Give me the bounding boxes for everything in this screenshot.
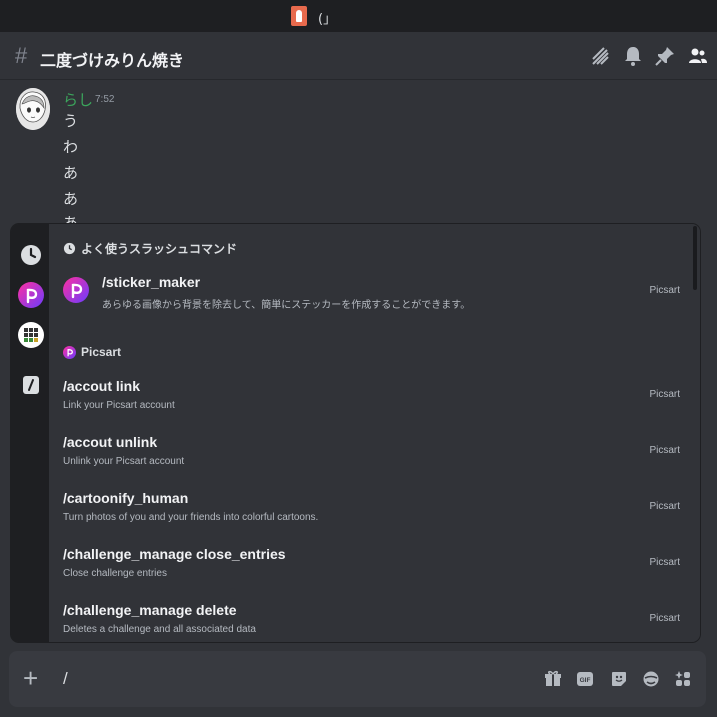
picsart-icon bbox=[63, 345, 76, 359]
pin-icon[interactable] bbox=[653, 44, 677, 68]
message-line: あ bbox=[63, 164, 79, 182]
message-line: あ bbox=[63, 190, 79, 208]
command-item[interactable]: /cartoonify_human Turn photos of you and… bbox=[49, 490, 692, 530]
command-source: Picsart bbox=[649, 389, 680, 400]
command-item[interactable]: /accout link Link your Picsart account P… bbox=[49, 378, 692, 418]
threads-icon[interactable] bbox=[588, 44, 612, 68]
attach-button[interactable]: + bbox=[23, 665, 38, 691]
command-description: Close challenge entries bbox=[63, 568, 167, 579]
bell-icon[interactable] bbox=[621, 44, 645, 68]
command-name: /challenge_manage delete bbox=[63, 602, 237, 618]
command-item[interactable]: /accout unlink Unlink your Picsart accou… bbox=[49, 434, 692, 474]
members-icon[interactable] bbox=[686, 44, 710, 68]
sticker-icon[interactable] bbox=[609, 669, 629, 689]
command-source: Picsart bbox=[649, 557, 680, 568]
command-item[interactable]: /challenge_manage delete Deletes a chall… bbox=[49, 602, 692, 642]
command-name: /accout unlink bbox=[63, 434, 158, 450]
command-source: Picsart bbox=[649, 285, 680, 296]
apps-icon[interactable] bbox=[673, 669, 693, 689]
message-input[interactable]: / bbox=[63, 669, 68, 689]
message-line: う bbox=[63, 112, 79, 130]
command-name: /challenge_manage close_entries bbox=[63, 546, 286, 562]
section-header-picsart: Picsart bbox=[63, 345, 121, 359]
command-description: Unlink your Picsart account bbox=[63, 456, 185, 467]
channel-header: # 二度づけみりん焼き bbox=[0, 32, 717, 80]
section-header-label: よく使うスラッシュコマンド bbox=[81, 242, 238, 256]
clock-icon[interactable] bbox=[18, 242, 44, 268]
section-header-frequent: よく使うスラッシュコマンド bbox=[63, 240, 237, 257]
app-icon bbox=[291, 6, 307, 26]
picsart-icon bbox=[63, 277, 89, 303]
clock-icon bbox=[63, 242, 76, 255]
command-list: よく使うスラッシュコマンド /sticker_maker あらゆる画像から背景を… bbox=[49, 224, 700, 642]
title-bar: (」 bbox=[0, 0, 717, 32]
emoji-icon[interactable] bbox=[641, 669, 661, 689]
gift-icon[interactable] bbox=[543, 669, 563, 689]
channel-name: 二度づけみりん焼き bbox=[40, 51, 185, 70]
message-composer: + / GIF bbox=[9, 651, 706, 707]
hash-icon: # bbox=[15, 43, 28, 68]
command-source: Picsart bbox=[649, 445, 680, 456]
command-source: Picsart bbox=[649, 501, 680, 512]
scrollbar[interactable] bbox=[693, 226, 697, 290]
grid-app-icon[interactable] bbox=[18, 322, 44, 348]
avatar[interactable] bbox=[16, 88, 50, 130]
command-description: あらゆる画像から背景を除去して、簡単にステッカーを作成することができます。 bbox=[102, 300, 471, 311]
command-name: /accout link bbox=[63, 378, 141, 394]
message-line: わ bbox=[63, 138, 79, 156]
message-author[interactable]: らし bbox=[63, 89, 93, 110]
gif-icon[interactable]: GIF bbox=[575, 669, 595, 689]
slash-icon[interactable] bbox=[18, 372, 44, 398]
command-name: /sticker_maker bbox=[102, 274, 201, 290]
command-name: /cartoonify_human bbox=[63, 490, 189, 506]
section-header-label: Picsart bbox=[81, 345, 122, 359]
gif-label: GIF bbox=[580, 677, 591, 684]
command-item[interactable]: /challenge_manage close_entries Close ch… bbox=[49, 546, 692, 586]
command-source: Picsart bbox=[649, 613, 680, 624]
app-rail bbox=[11, 224, 49, 642]
window-title: (」 bbox=[318, 12, 337, 27]
command-item[interactable]: /sticker_maker あらゆる画像から背景を除去して、簡単にステッカーを… bbox=[49, 274, 692, 314]
picsart-icon[interactable] bbox=[18, 282, 44, 308]
message-timestamp: 7:52 bbox=[95, 94, 115, 105]
command-description: Link your Picsart account bbox=[63, 400, 175, 411]
command-description: Turn photos of you and your friends into… bbox=[63, 512, 319, 523]
command-autocomplete: よく使うスラッシュコマンド /sticker_maker あらゆる画像から背景を… bbox=[11, 224, 700, 642]
command-description: Deletes a challenge and all associated d… bbox=[63, 624, 256, 635]
